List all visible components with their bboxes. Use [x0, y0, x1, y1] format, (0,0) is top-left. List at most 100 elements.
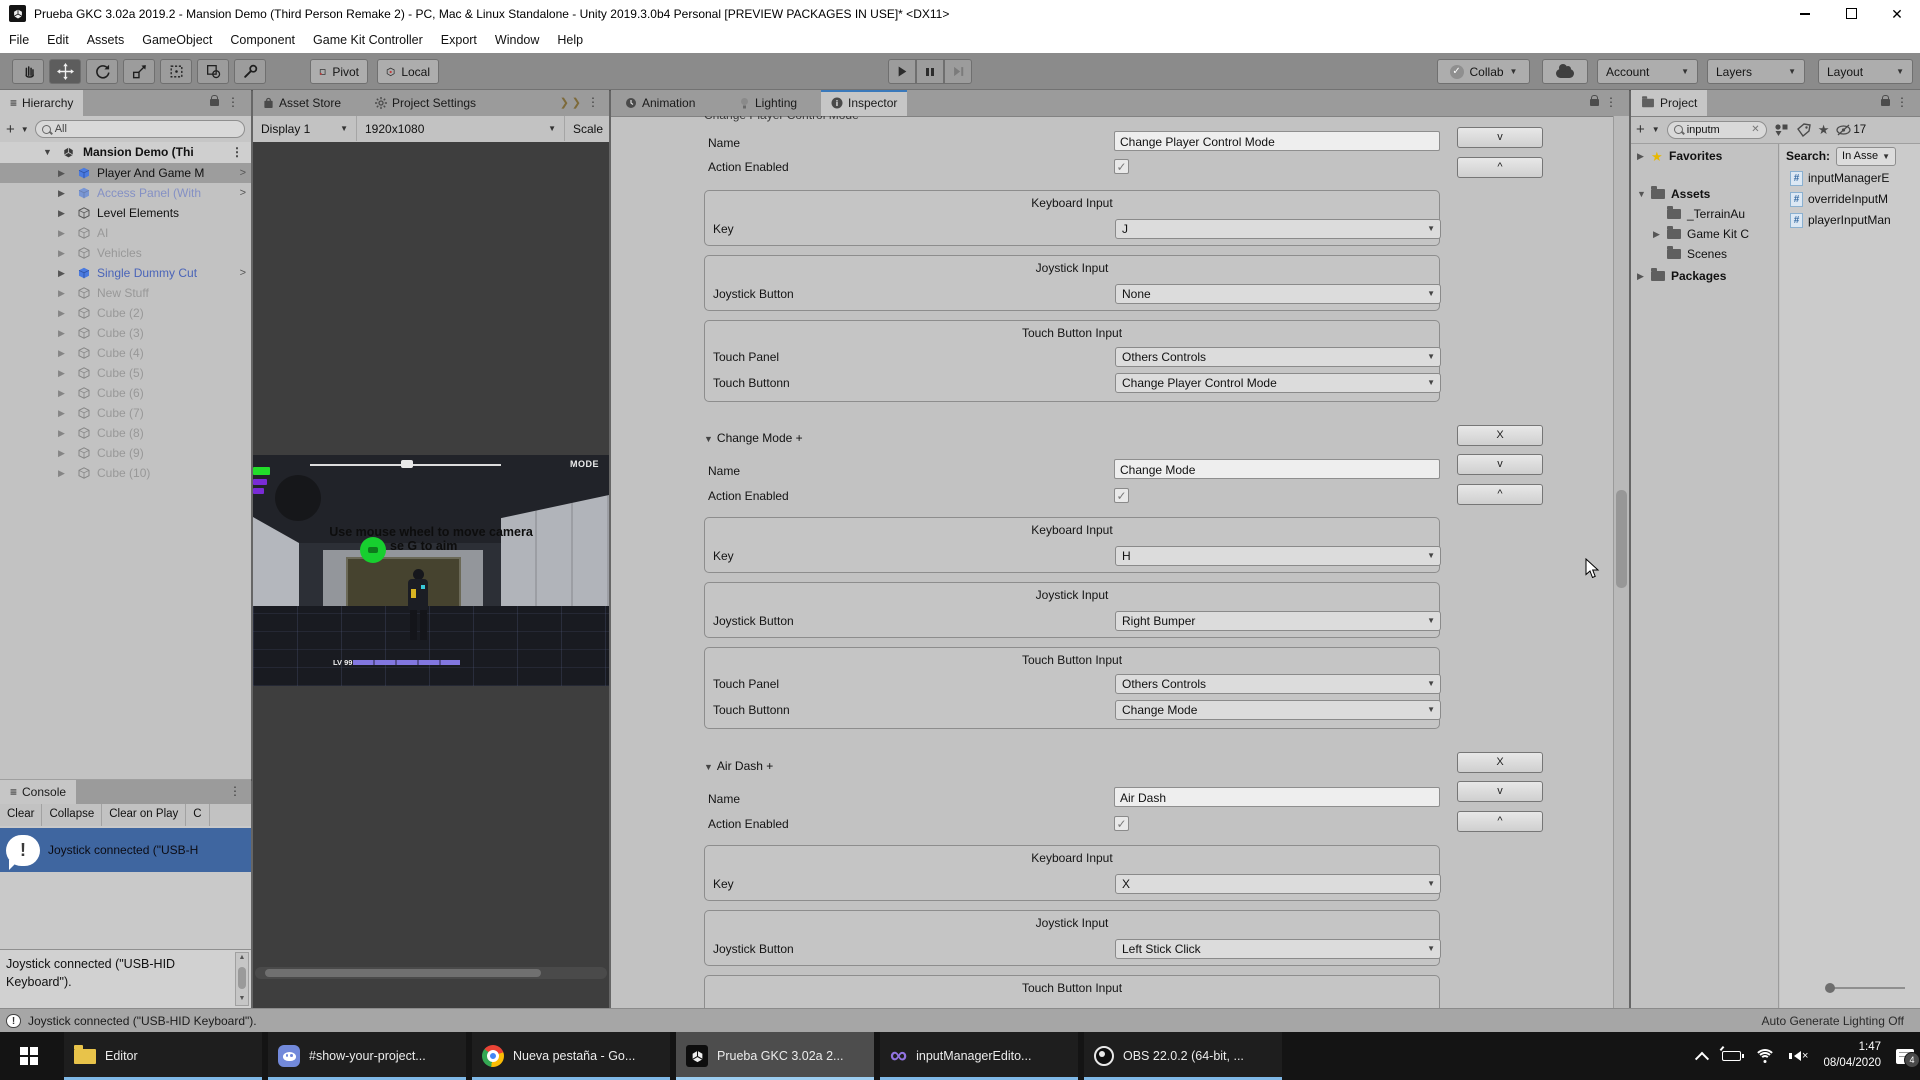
- move-down-button[interactable]: v: [1457, 127, 1543, 148]
- prefab-open-arrow[interactable]: >: [240, 263, 246, 283]
- foldout-icon[interactable]: ▶: [58, 343, 65, 363]
- kebab-icon[interactable]: ⋮: [587, 97, 599, 107]
- prefab-open-arrow[interactable]: >: [240, 163, 246, 183]
- taskbar-app-unity[interactable]: Prueba GKC 3.02a 2...: [676, 1032, 874, 1080]
- display-dropdown[interactable]: Display 1▼: [253, 116, 357, 141]
- tab-asset-store[interactable]: Asset Store: [253, 90, 351, 116]
- tree-item-terrain[interactable]: _TerrainAu: [1631, 204, 1778, 224]
- taskbar-app-editor[interactable]: Editor: [64, 1032, 262, 1080]
- lighting-status[interactable]: Auto Generate Lighting Off: [1761, 1014, 1920, 1028]
- hierarchy-item-cube-8[interactable]: ▶ Cube (8): [0, 423, 251, 443]
- custom-tool-button[interactable]: [234, 59, 266, 84]
- foldout-icon[interactable]: ▶: [58, 383, 65, 403]
- joystick-button-dropdown[interactable]: Left Stick Click▼: [1115, 939, 1441, 959]
- console-log-entry[interactable]: ! Joystick connected ("USB-H: [0, 828, 251, 872]
- foldout-icon[interactable]: ▶: [58, 403, 65, 423]
- hierarchy-search-input[interactable]: All: [35, 120, 245, 138]
- hierarchy-item-ai[interactable]: ▶ AI: [0, 223, 251, 243]
- hierarchy-item-player-and-game[interactable]: ▶ Player And Game M >: [0, 163, 251, 183]
- search-by-type-icon[interactable]: [1774, 123, 1790, 137]
- name-field[interactable]: Change Player Control Mode: [1114, 131, 1440, 151]
- thumbnail-zoom-slider[interactable]: [1827, 987, 1905, 989]
- touch-panel-dropdown[interactable]: Others Controls▼: [1115, 347, 1441, 367]
- favorites-star-icon[interactable]: ★: [1818, 122, 1830, 138]
- menu-gameobject[interactable]: GameObject: [133, 28, 221, 53]
- local-toggle[interactable]: Local: [377, 59, 439, 84]
- close-button[interactable]: ✕: [1874, 0, 1920, 27]
- tab-lighting[interactable]: Lighting: [729, 90, 807, 116]
- prefab-open-arrow[interactable]: >: [240, 183, 246, 203]
- touch-panel-dropdown[interactable]: Others Controls▼: [1115, 674, 1441, 694]
- collab-dropdown[interactable]: ✓ Collab▼: [1437, 59, 1530, 84]
- foldout-icon[interactable]: ▶: [58, 443, 65, 463]
- menu-file[interactable]: File: [0, 28, 38, 53]
- tray-expand-icon[interactable]: [1695, 1052, 1709, 1066]
- kebab-icon[interactable]: ⋮: [229, 786, 241, 796]
- touch-button-dropdown[interactable]: Change Player Control Mode▼: [1115, 373, 1441, 393]
- key-dropdown[interactable]: J▼: [1115, 219, 1441, 239]
- layout-dropdown[interactable]: Layout▼: [1818, 59, 1913, 84]
- menu-edit[interactable]: Edit: [38, 28, 78, 53]
- game-horizontal-scrollbar[interactable]: [255, 967, 607, 979]
- kebab-icon[interactable]: ⋮: [1896, 97, 1908, 107]
- console-detail-pane[interactable]: Joystick connected ("USB-HID Keyboard").…: [0, 949, 251, 1008]
- chevron-down-icon[interactable]: ▼: [21, 125, 29, 134]
- move-up-button[interactable]: ^: [1457, 157, 1543, 178]
- tab-project-settings[interactable]: Project Settings: [365, 90, 486, 116]
- tab-hierarchy[interactable]: ≡Hierarchy: [0, 90, 83, 116]
- clock[interactable]: 1:47 08/04/2020: [1823, 1040, 1881, 1071]
- name-field[interactable]: Air Dash: [1114, 787, 1440, 807]
- wifi-icon[interactable]: [1756, 1050, 1774, 1063]
- tab-project[interactable]: Project: [1631, 90, 1707, 116]
- hierarchy-item-cube-3[interactable]: ▶ Cube (3): [0, 323, 251, 343]
- scrollbar-thumb[interactable]: [265, 969, 541, 977]
- delete-button[interactable]: X: [1457, 752, 1543, 773]
- foldout-icon[interactable]: ▶: [58, 223, 65, 243]
- move-up-button[interactable]: ^: [1457, 811, 1543, 832]
- move-down-button[interactable]: v: [1457, 454, 1543, 475]
- section-header-air-dash[interactable]: ▼Air Dash +: [704, 758, 773, 775]
- foldout-icon[interactable]: ▶: [58, 303, 65, 323]
- menu-help[interactable]: Help: [548, 28, 592, 53]
- move-down-button[interactable]: v: [1457, 781, 1543, 802]
- action-enabled-checkbox[interactable]: ✓: [1114, 816, 1129, 831]
- console-detail-scrollbar[interactable]: ▲ ▼: [235, 952, 249, 1006]
- section-header-change-mode[interactable]: ▼Change Mode +: [704, 430, 803, 447]
- resolution-dropdown[interactable]: 1920x1080▼: [357, 116, 565, 141]
- menu-assets[interactable]: Assets: [78, 28, 134, 53]
- project-search-input[interactable]: inputm ✕: [1667, 121, 1767, 139]
- foldout-icon[interactable]: ▶: [58, 283, 65, 303]
- foldout-icon[interactable]: ▶: [58, 363, 65, 383]
- joystick-button-dropdown[interactable]: Right Bumper▼: [1115, 611, 1441, 631]
- taskbar-app-obs[interactable]: OBS 22.0.2 (64-bit, ...: [1084, 1032, 1282, 1080]
- step-button[interactable]: [944, 59, 972, 84]
- hierarchy-item-cube-5[interactable]: ▶ Cube (5): [0, 363, 251, 383]
- kebab-icon[interactable]: ⋮: [227, 97, 239, 107]
- inspector-scrollbar[interactable]: [1613, 116, 1629, 1008]
- menu-game-kit-controller[interactable]: Game Kit Controller: [304, 28, 432, 53]
- menu-window[interactable]: Window: [486, 28, 548, 53]
- pivot-toggle[interactable]: Pivot: [310, 59, 368, 84]
- hierarchy-item-cube-9[interactable]: ▶ Cube (9): [0, 443, 251, 463]
- console-collapse-button[interactable]: Collapse: [42, 804, 102, 826]
- joystick-button-dropdown[interactable]: None▼: [1115, 284, 1441, 304]
- hierarchy-item-cube-6[interactable]: ▶ Cube (6): [0, 383, 251, 403]
- hierarchy-item-cube-2[interactable]: ▶ Cube (2): [0, 303, 251, 323]
- kebab-icon[interactable]: ⋮: [231, 147, 243, 157]
- action-enabled-checkbox[interactable]: ✓: [1114, 488, 1129, 503]
- hand-tool-button[interactable]: [12, 59, 44, 84]
- layers-dropdown[interactable]: Layers▼: [1707, 59, 1805, 84]
- chevron-down-icon[interactable]: ▼: [1652, 125, 1660, 134]
- hierarchy-item-cube-7[interactable]: ▶ Cube (7): [0, 403, 251, 423]
- section-header-clipped[interactable]: Change Player Control Mode: [704, 116, 859, 124]
- asset-result-item[interactable]: # playerInputMan: [1780, 210, 1920, 231]
- foldout-icon[interactable]: ▼: [704, 434, 713, 444]
- key-dropdown[interactable]: X▼: [1115, 874, 1441, 894]
- foldout-icon[interactable]: ▶: [1637, 146, 1644, 166]
- hierarchy-item-cube-10[interactable]: ▶ Cube (10): [0, 463, 251, 483]
- console-clear-on-play-button[interactable]: Clear on Play: [102, 804, 186, 826]
- hierarchy-item-level-elements[interactable]: ▶ Level Elements: [0, 203, 251, 223]
- status-message[interactable]: Joystick connected ("USB-HID Keyboard").: [28, 1014, 257, 1028]
- rect-tool-button[interactable]: [160, 59, 192, 84]
- tab-scroll-right-icon[interactable]: ❯: [560, 96, 569, 109]
